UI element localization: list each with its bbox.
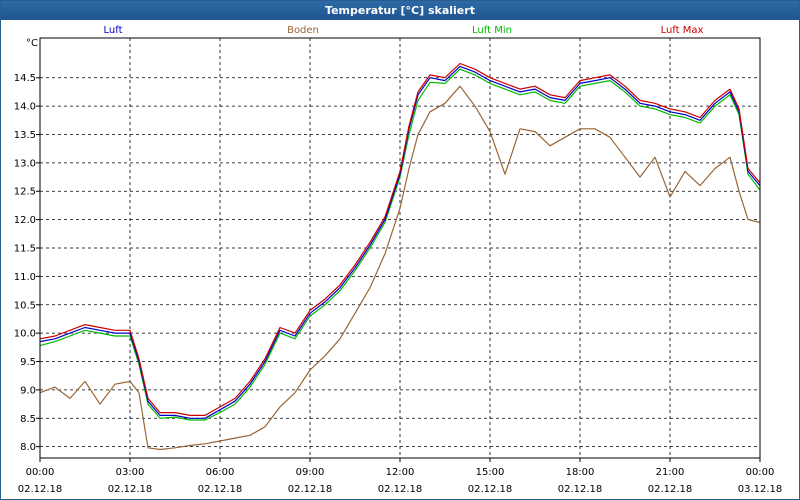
y-tick-label: 10.0 [14, 329, 36, 340]
y-tick-label: 12.0 [14, 215, 36, 226]
y-tick-label: 10.5 [14, 300, 36, 311]
x-tick-time: 03:00 [116, 467, 145, 478]
y-tick-label: 13.0 [14, 158, 36, 169]
y-tick-label: 14.5 [14, 73, 36, 84]
y-tick-label: 14.0 [14, 102, 36, 113]
legend-boden: Boden [287, 25, 319, 36]
legend-luft-max: Luft Max [661, 25, 704, 36]
x-tick-time: 18:00 [566, 467, 595, 478]
y-tick-label: 12.5 [14, 187, 36, 198]
x-tick-time: 09:00 [296, 467, 325, 478]
grid [40, 38, 760, 458]
x-tick-date: 02.12.18 [288, 484, 333, 495]
x-tick-time: 00:00 [26, 467, 55, 478]
y-tick-label: 9.5 [20, 357, 36, 368]
x-tick-date: 02.12.18 [468, 484, 513, 495]
x-tick-time: 00:00 [746, 467, 775, 478]
x-tick-date: 02.12.18 [108, 484, 153, 495]
x-tick-time: 15:00 [476, 467, 505, 478]
x-axis: 00:00 02.12.18 03:00 02.12.18 06:00 02.12.18 0… [18, 458, 783, 495]
x-tick-date: 03.12.18 [738, 484, 783, 495]
x-tick-time: 21:00 [656, 467, 685, 478]
y-axis: °C 8.0 8.5 9.0 9.5 10.0 10.5 11.0 11.5 12.0 12.5 13… [14, 38, 40, 453]
y-tick-label: 13.5 [14, 130, 36, 141]
legend-luft: Luft [104, 25, 123, 36]
y-tick-label: 8.0 [20, 442, 36, 453]
x-tick-date: 02.12.18 [378, 484, 423, 495]
x-tick-time: 12:00 [386, 467, 415, 478]
x-tick-time: 06:00 [206, 467, 235, 478]
y-tick-label: 9.0 [20, 385, 36, 396]
x-tick-date: 02.12.18 [18, 484, 63, 495]
x-tick-date: 02.12.18 [558, 484, 603, 495]
x-tick-date: 02.12.18 [648, 484, 693, 495]
x-tick-date: 02.12.18 [198, 484, 243, 495]
temperature-chart: Luft Boden Luft Min Luft Max °C 8.0 8.5 9.0 9.5… [14, 25, 783, 495]
y-unit-label: °C [26, 38, 38, 49]
legend: Luft Boden Luft Min Luft Max [104, 25, 704, 36]
y-tick-label: 11.0 [14, 272, 36, 283]
y-tick-label: 8.5 [20, 414, 36, 425]
y-tick-label: 11.5 [14, 244, 36, 255]
legend-luft-min: Luft Min [472, 25, 512, 36]
